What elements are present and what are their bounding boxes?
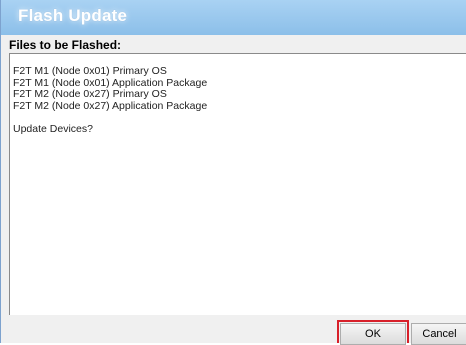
cancel-button[interactable]: Cancel (411, 323, 466, 345)
flash-update-dialog: Flash Update Files to be Flashed: F2T M1… (0, 0, 466, 345)
file-line: F2T M2 (Node 0x27) Application Package (13, 99, 208, 112)
file-line: F2T M2 (Node 0x27) Primary OS (13, 88, 167, 100)
files-section-header: Files to be Flashed: (9, 38, 122, 52)
file-line: F2T M1 (Node 0x01) Primary OS (13, 65, 167, 77)
update-prompt: Update Devices? (13, 122, 93, 135)
window-title: Flash Update (18, 6, 128, 25)
files-list-box: F2T M1 (Node 0x01) Primary OS F2T M1 (No… (9, 53, 466, 315)
title-bar: Flash Update (1, 0, 466, 35)
ok-button[interactable]: OK (340, 323, 406, 345)
files-list: F2T M1 (Node 0x01) Primary OS F2T M1 (No… (13, 65, 208, 135)
